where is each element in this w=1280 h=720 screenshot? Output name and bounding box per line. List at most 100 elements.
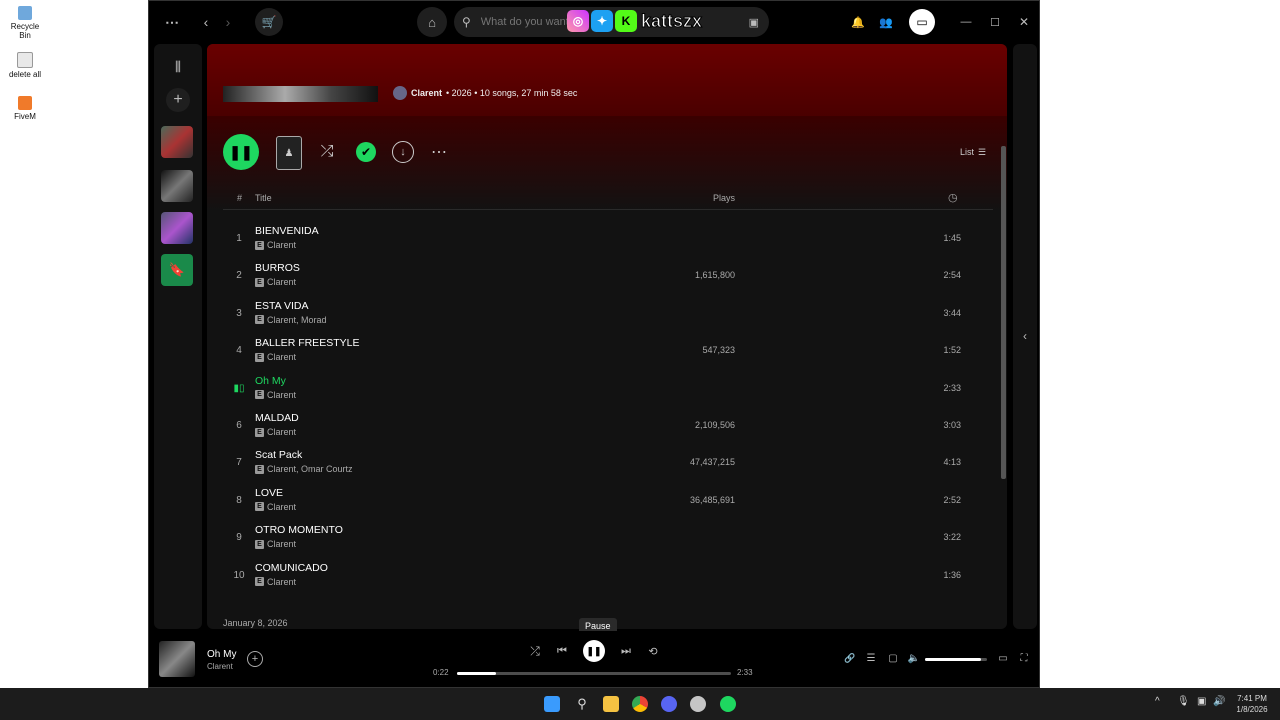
track-title[interactable]: MALDAD xyxy=(255,412,299,424)
track-row[interactable]: 3 ESTA VIDA E Clarent, Morad 3:44 xyxy=(223,296,993,333)
queue-icon[interactable]: ☰ xyxy=(864,651,878,665)
track-row[interactable]: 9 OTRO MOMENTO E Clarent 3:22 xyxy=(223,520,993,557)
home-icon[interactable]: ⌂ xyxy=(417,7,447,37)
library-item[interactable] xyxy=(161,212,193,244)
microphone-icon[interactable]: 🎙 xyxy=(1177,696,1190,707)
track-title[interactable]: BALLER FREESTYLE xyxy=(255,337,359,349)
track-artist-name[interactable]: Clarent xyxy=(267,577,296,587)
track-row[interactable]: 2 BURROS E Clarent 1,615,800 2:54 xyxy=(223,258,993,295)
track-title[interactable]: COMUNICADO xyxy=(255,562,328,574)
volume-icon[interactable]: 🔈 xyxy=(907,651,921,665)
view-toggle-button[interactable]: List ☰ xyxy=(953,144,993,160)
now-playing-cover[interactable] xyxy=(159,641,195,677)
desktop-icon-recycle-bin[interactable]: Recycle Bin xyxy=(4,6,46,40)
track-artist-name[interactable]: Clarent xyxy=(267,240,296,250)
library-item-saved[interactable]: 🔖 xyxy=(161,254,193,286)
connect-device-icon[interactable]: ▢ xyxy=(886,651,900,665)
previous-icon[interactable]: ⏮ xyxy=(554,643,570,659)
more-menu-icon[interactable]: ⋯ xyxy=(161,13,183,31)
track-artist-name[interactable]: Clarent xyxy=(267,277,296,287)
maximize-icon[interactable]: ☐ xyxy=(986,13,1004,31)
more-options-icon[interactable]: ⋯ xyxy=(429,142,449,162)
saved-check-icon[interactable]: ✔ xyxy=(356,142,376,162)
start-icon[interactable] xyxy=(544,696,560,712)
now-playing-title[interactable]: Oh My xyxy=(207,649,236,660)
next-icon[interactable]: ⏭ xyxy=(618,643,634,659)
download-icon[interactable]: ↓ xyxy=(392,141,414,163)
expand-panel-icon[interactable]: ‹ xyxy=(1017,328,1033,344)
now-playing-artist[interactable]: Clarent xyxy=(207,662,233,671)
discord-icon[interactable] xyxy=(661,696,677,712)
speaker-icon[interactable]: 🔊 xyxy=(1213,696,1225,707)
back-arrow-icon[interactable]: ‹ xyxy=(197,13,215,31)
scrollbar[interactable] xyxy=(1001,146,1006,479)
track-artist: E Clarent xyxy=(255,277,296,287)
track-title[interactable]: OTRO MOMENTO xyxy=(255,524,343,536)
avatar[interactable]: ▭ xyxy=(909,9,935,35)
desktop-icon-delete-all[interactable]: delete all xyxy=(4,52,46,79)
track-artist-name[interactable]: Clarent xyxy=(267,427,296,437)
track-artist-name[interactable]: Clarent xyxy=(267,539,296,549)
mini-player-icon[interactable]: ▭ xyxy=(996,651,1010,665)
chrome-icon[interactable] xyxy=(632,696,648,712)
tray-chevron-icon[interactable]: ^ xyxy=(1155,696,1160,707)
add-to-library-icon[interactable]: + xyxy=(247,651,263,667)
album-thumbnail-button[interactable]: ♟ xyxy=(276,136,302,170)
pause-button[interactable]: ❚❚ xyxy=(223,134,259,170)
artist-avatar[interactable] xyxy=(393,86,407,100)
lyrics-icon[interactable]: 🔗 xyxy=(843,651,857,665)
repeat-icon[interactable]: ⟲ xyxy=(645,643,661,659)
network-icon[interactable]: ▣ xyxy=(1197,696,1206,707)
browse-icon[interactable]: ▣ xyxy=(749,16,759,29)
spotify-taskbar-icon[interactable] xyxy=(720,696,736,712)
track-plays: 47,437,215 xyxy=(689,457,735,468)
minimize-icon[interactable]: — xyxy=(957,13,975,31)
track-artist-name[interactable]: Clarent, Morad xyxy=(267,315,327,325)
track-row[interactable]: 4 BALLER FREESTYLE E Clarent 547,323 1:52 xyxy=(223,333,993,370)
clock[interactable]: 7:41 PM 1/8/2026 xyxy=(1230,693,1274,715)
friends-icon[interactable]: 👥 xyxy=(877,13,895,31)
add-icon[interactable]: + xyxy=(166,88,190,112)
album-meta: Clarent • 2026 • 10 songs, 27 min 58 sec xyxy=(393,86,577,100)
track-title[interactable]: BIENVENIDA xyxy=(255,225,319,237)
track-artist-name[interactable]: Clarent xyxy=(267,502,296,512)
cart-icon[interactable]: 🛒 xyxy=(255,8,283,36)
track-title[interactable]: LOVE xyxy=(255,487,283,499)
volume-slider[interactable] xyxy=(925,658,987,661)
close-icon[interactable]: ✕ xyxy=(1015,13,1033,31)
column-plays[interactable]: Plays xyxy=(713,193,735,203)
track-row[interactable]: 10 COMUNICADO E Clarent 1:36 xyxy=(223,558,993,595)
clock-icon: ◷ xyxy=(948,192,958,204)
track-row[interactable]: 6 MALDAD E Clarent 2,109,506 3:03 xyxy=(223,408,993,445)
track-row[interactable]: 8 LOVE E Clarent 36,485,691 2:52 xyxy=(223,483,993,520)
fullscreen-icon[interactable]: ⛶ xyxy=(1017,651,1031,665)
track-artist-name[interactable]: Clarent xyxy=(267,352,296,362)
track-row[interactable]: ▮▯ Oh My E Clarent 2:33 xyxy=(223,371,993,408)
column-title[interactable]: Title xyxy=(255,193,272,203)
track-artist-name[interactable]: Clarent xyxy=(267,390,296,400)
library-item[interactable] xyxy=(161,126,193,158)
track-title[interactable]: Oh My xyxy=(255,375,286,387)
track-row[interactable]: 7 Scat Pack E Clarent, Omar Courtz 47,437,21… xyxy=(223,445,993,482)
forward-arrow-icon[interactable]: › xyxy=(219,13,237,31)
artist-link[interactable]: Clarent xyxy=(411,88,442,98)
track-number: 2 xyxy=(236,270,242,282)
search-icon[interactable]: ⚲ xyxy=(574,696,590,712)
desktop-icon-fivem[interactable]: FiveM xyxy=(4,96,46,121)
shuffle-icon[interactable]: ⤮ xyxy=(527,643,543,659)
library-icon[interactable]: ⫼ xyxy=(168,58,188,76)
play-pause-button[interactable]: ❚❚ xyxy=(583,640,605,662)
album-details: • 2026 • 10 songs, 27 min 58 sec xyxy=(446,88,578,98)
file-explorer-icon[interactable] xyxy=(603,696,619,712)
library-item[interactable] xyxy=(161,170,193,202)
track-row[interactable]: 1 BIENVENIDA E Clarent 1:45 xyxy=(223,221,993,258)
bell-icon[interactable]: 🔔 xyxy=(849,13,867,31)
track-title[interactable]: BURROS xyxy=(255,262,300,274)
progress-bar[interactable] xyxy=(457,672,731,675)
track-title[interactable]: Scat Pack xyxy=(255,449,302,461)
track-artist-name[interactable]: Clarent, Omar Courtz xyxy=(267,464,353,474)
search-input[interactable] xyxy=(478,15,573,29)
steam-icon[interactable] xyxy=(690,696,706,712)
track-title[interactable]: ESTA VIDA xyxy=(255,300,309,312)
shuffle-icon[interactable]: ⤮ xyxy=(317,142,337,162)
